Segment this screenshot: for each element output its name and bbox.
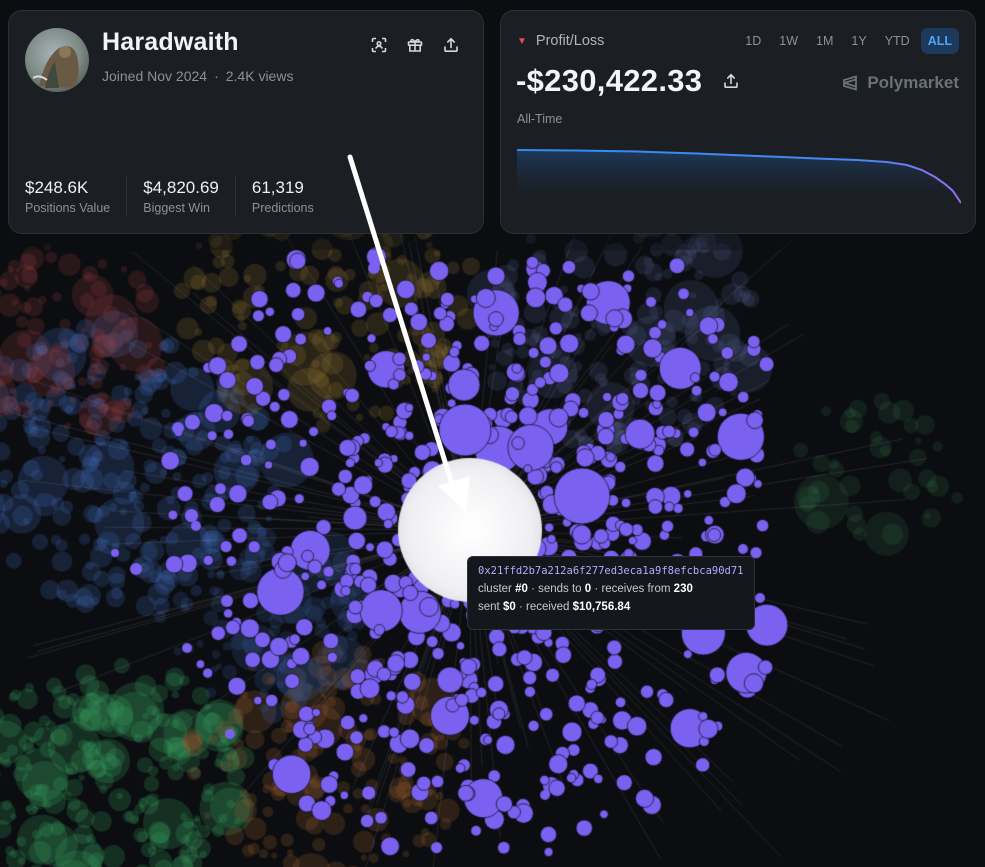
period-label: All-Time: [517, 112, 563, 126]
range-ytd[interactable]: YTD: [878, 28, 917, 54]
received-label: received: [525, 601, 570, 613]
cluster-value: #0: [515, 583, 528, 595]
stat-predictions: 61,319 Predictions: [252, 177, 330, 215]
pnl-header: ▼ Profit/Loss: [517, 33, 604, 49]
share-icon[interactable]: [439, 33, 463, 57]
brand-name: Polymarket: [867, 73, 959, 92]
pnl-sparkline: [517, 149, 961, 208]
joined-date: Joined Nov 2024: [102, 68, 208, 84]
wallet-address: 0x21ffd2b7a212a6f277ed3eca1a9f8efcbca90d…: [478, 565, 744, 577]
receives-label: receives from: [601, 583, 671, 595]
stat-biggest-win: $4,820.69 Biggest Win: [143, 177, 236, 215]
polymarket-logo: Polymarket: [841, 73, 959, 93]
sends-to-value: 0: [584, 583, 592, 595]
range-1m[interactable]: 1M: [809, 28, 840, 54]
range-1y[interactable]: 1Y: [844, 28, 873, 54]
range-selector: 1D 1W 1M 1Y YTD ALL: [738, 28, 959, 54]
profile-meta: Joined Nov 2024 · 2.4K views: [102, 68, 293, 84]
tooltip-amount-row: sent $0 · received $10,756.84: [478, 601, 631, 613]
view-count: 2.4K views: [225, 68, 294, 84]
profile-stats: $248.6K Positions Value $4,820.69 Bigges…: [25, 177, 346, 215]
sends-label: sends to: [538, 583, 582, 595]
stat-label: Biggest Win: [143, 201, 210, 215]
range-all[interactable]: ALL: [920, 28, 959, 54]
tooltip-cluster-row: cluster #0 · sends to 0 · receives from …: [478, 583, 693, 595]
stat-label: Predictions: [251, 201, 314, 215]
sent-label: sent: [478, 601, 500, 613]
polymarket-icon: [843, 75, 858, 91]
pnl-value: -$230,422.33: [516, 63, 703, 98]
stat-value: $248.6K: [25, 178, 89, 197]
receives-from-value: 230: [673, 583, 693, 595]
stat-value: 61,319: [251, 178, 304, 197]
range-1w[interactable]: 1W: [772, 28, 805, 54]
scan-icon[interactable]: [367, 33, 391, 57]
stat-value: $4,820.69: [143, 178, 219, 197]
node-tooltip: 0x21ffd2b7a212a6f277ed3eca1a9f8efcbca90d…: [467, 556, 755, 630]
separator-dot: ·: [214, 68, 219, 84]
range-1d[interactable]: 1D: [738, 28, 768, 54]
sent-value: $0: [502, 601, 516, 613]
down-triangle-icon: ▼: [517, 35, 527, 47]
received-value: $10,756.84: [572, 601, 631, 613]
profit-loss-card: ▼ Profit/Loss 1D 1W 1M 1Y YTD ALL -$230,…: [500, 10, 976, 234]
cluster-label: cluster: [478, 583, 512, 595]
gift-icon[interactable]: [403, 33, 427, 57]
stat-label: Positions Value: [25, 201, 111, 215]
stat-positions-value: $248.6K Positions Value: [25, 177, 128, 215]
username: Haradwaith: [102, 28, 239, 56]
avatar[interactable]: [25, 28, 89, 92]
pnl-label: Profit/Loss: [535, 33, 605, 49]
share-icon[interactable]: [723, 73, 741, 91]
profile-card: Haradwaith Joined Nov 2024 · 2.4K views $2…: [8, 10, 484, 234]
